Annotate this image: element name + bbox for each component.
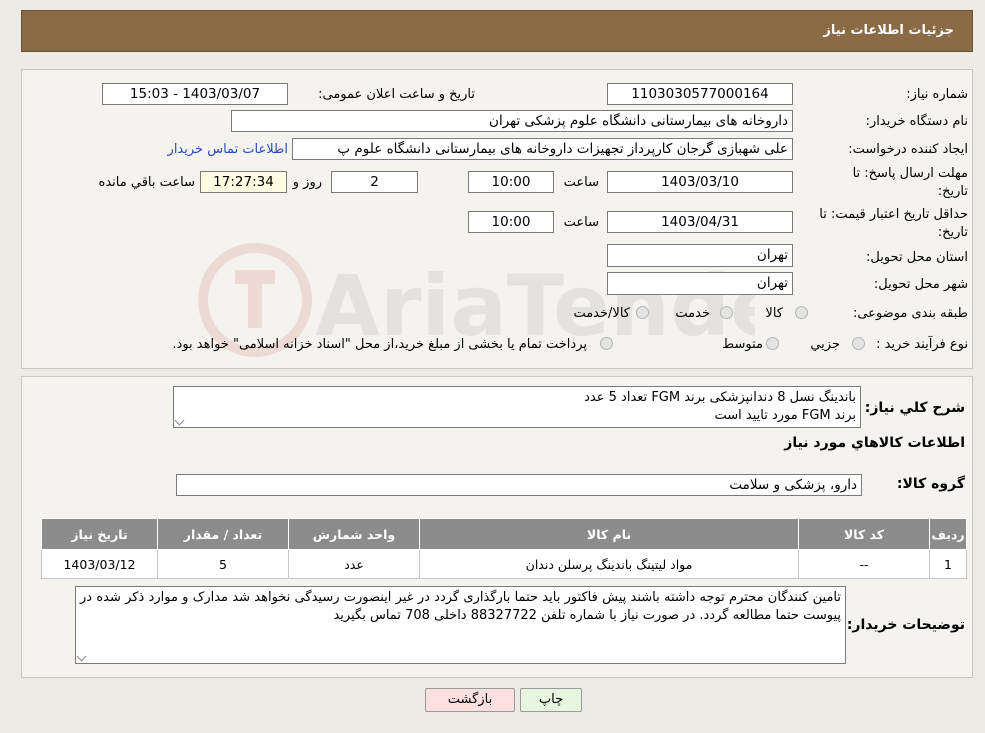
category-label: طبقه بندی موضوعی: — [852, 306, 968, 321]
validity-time-label: ساعت — [563, 215, 599, 230]
buyer-notes-label: توضیحات خریدار: — [846, 617, 965, 633]
deadline-date-field: 1403/03/10 — [607, 171, 793, 193]
cell-item-code: -- — [798, 549, 930, 579]
process-option-medium: متوسط — [722, 337, 763, 352]
description-line-1: باندینگ نسل 8 دندانپزشکی برند FGM تعداد … — [584, 390, 856, 405]
col-need-date: تاريخ نياز — [41, 518, 158, 550]
city-field: تهران — [607, 272, 793, 295]
table-header-row: رديف کد کالا نام کالا واحد شمارش تعداد /… — [41, 518, 967, 550]
category-radio-goods-service[interactable] — [636, 306, 649, 319]
col-unit: واحد شمارش — [288, 518, 420, 550]
print-button[interactable]: چاپ — [520, 688, 582, 712]
page-header: جزئیات اطلاعات نیاز — [21, 10, 973, 52]
cell-need-date: 1403/03/12 — [41, 549, 158, 579]
process-label: نوع فرآیند خرید : — [876, 337, 968, 352]
goods-group-label: گروه کالا: — [896, 476, 965, 492]
validity-time-field: 10:00 — [468, 211, 554, 233]
validity-label: حداقل تاریخ اعتبار قیمت: تا — [819, 207, 968, 222]
col-quantity: تعداد / مقدار — [157, 518, 289, 550]
back-button[interactable]: بازگشت — [425, 688, 515, 712]
buyer-notes-text: تامین کنندگان محترم توجه داشته باشند پیش… — [80, 590, 841, 623]
page-title: جزئیات اطلاعات نیاز — [823, 23, 954, 38]
category-radio-service[interactable] — [720, 306, 733, 319]
items-table: رديف کد کالا نام کالا واحد شمارش تعداد /… — [41, 518, 967, 579]
remaining-days-field: 2 — [331, 171, 418, 193]
process-radio-minor[interactable] — [852, 337, 865, 350]
goods-section-title: اطلاعات کالاهاي مورد نياز — [784, 435, 965, 451]
resize-grip-icon[interactable] — [76, 651, 87, 662]
validity-date-field: 1403/04/31 — [607, 211, 793, 233]
cell-item-name: مواد لیتینگ باندینگ پرسلن دندان — [419, 549, 799, 579]
need-number-field: 1103030577000164 — [607, 83, 793, 105]
category-radio-goods[interactable] — [795, 306, 808, 319]
need-number-label: شماره نیاز: — [906, 87, 968, 102]
announce-label: تاریخ و ساعت اعلان عمومی: — [318, 87, 475, 102]
province-label: استان محل تحویل: — [866, 250, 968, 265]
category-option-goods: کالا — [765, 306, 783, 321]
process-option-minor: جزيي — [810, 337, 840, 352]
deadline-label-date: تاریخ: — [937, 184, 968, 199]
deadline-label: مهلت ارسال پاسخ: تا — [852, 166, 968, 181]
deadline-time-label: ساعت — [563, 175, 599, 190]
col-item-code: کد کالا — [798, 518, 930, 550]
deadline-time-field: 10:00 — [468, 171, 554, 193]
process-note: پرداخت تمام یا بخشی از مبلغ خرید،از محل … — [172, 337, 587, 352]
description-textarea[interactable]: باندینگ نسل 8 دندانپزشکی برند FGM تعداد … — [173, 386, 861, 428]
col-row-number: رديف — [929, 518, 967, 550]
buyer-label: نام دستگاه خریدار: — [865, 114, 968, 129]
category-option-service: خدمت — [675, 306, 710, 321]
buyer-notes-textarea[interactable]: تامین کنندگان محترم توجه داشته باشند پیش… — [75, 586, 846, 664]
remaining-time-field: 17:27:34 — [200, 171, 287, 193]
description-line-2: برند FGM مورد تایید است — [714, 408, 856, 423]
process-radio-treasury[interactable] — [600, 337, 613, 350]
announce-datetime-field: 1403/03/07 - 15:03 — [102, 83, 288, 105]
cell-quantity: 5 — [157, 549, 289, 579]
goods-group-field: دارو، پزشکی و سلامت — [176, 474, 862, 496]
description-label: شرح كلي نياز: — [864, 400, 965, 416]
creator-label: ایجاد کننده درخواست: — [848, 142, 968, 157]
category-option-goods-service: کالا/خدمت — [573, 306, 630, 321]
process-radio-medium[interactable] — [766, 337, 779, 350]
creator-field: علی شهبازی گرجان کارپرداز تجهیزات داروخا… — [292, 138, 793, 160]
remaining-label: ساعت باقي مانده — [98, 175, 195, 190]
city-label: شهر محل تحویل: — [873, 277, 968, 292]
table-row: 1 -- مواد لیتینگ باندینگ پرسلن دندان عدد… — [41, 549, 967, 579]
buyer-field: داروخانه های بیمارستانی دانشگاه علوم پزش… — [231, 110, 793, 132]
validity-label-date: تاریخ: — [937, 225, 968, 240]
days-label: روز و — [292, 175, 322, 190]
province-field: تهران — [607, 244, 793, 267]
cell-row-number: 1 — [929, 549, 967, 579]
cell-unit: عدد — [288, 549, 420, 579]
col-item-name: نام کالا — [419, 518, 799, 550]
buyer-contact-link[interactable]: اطلاعات تماس خریدار — [168, 142, 288, 157]
